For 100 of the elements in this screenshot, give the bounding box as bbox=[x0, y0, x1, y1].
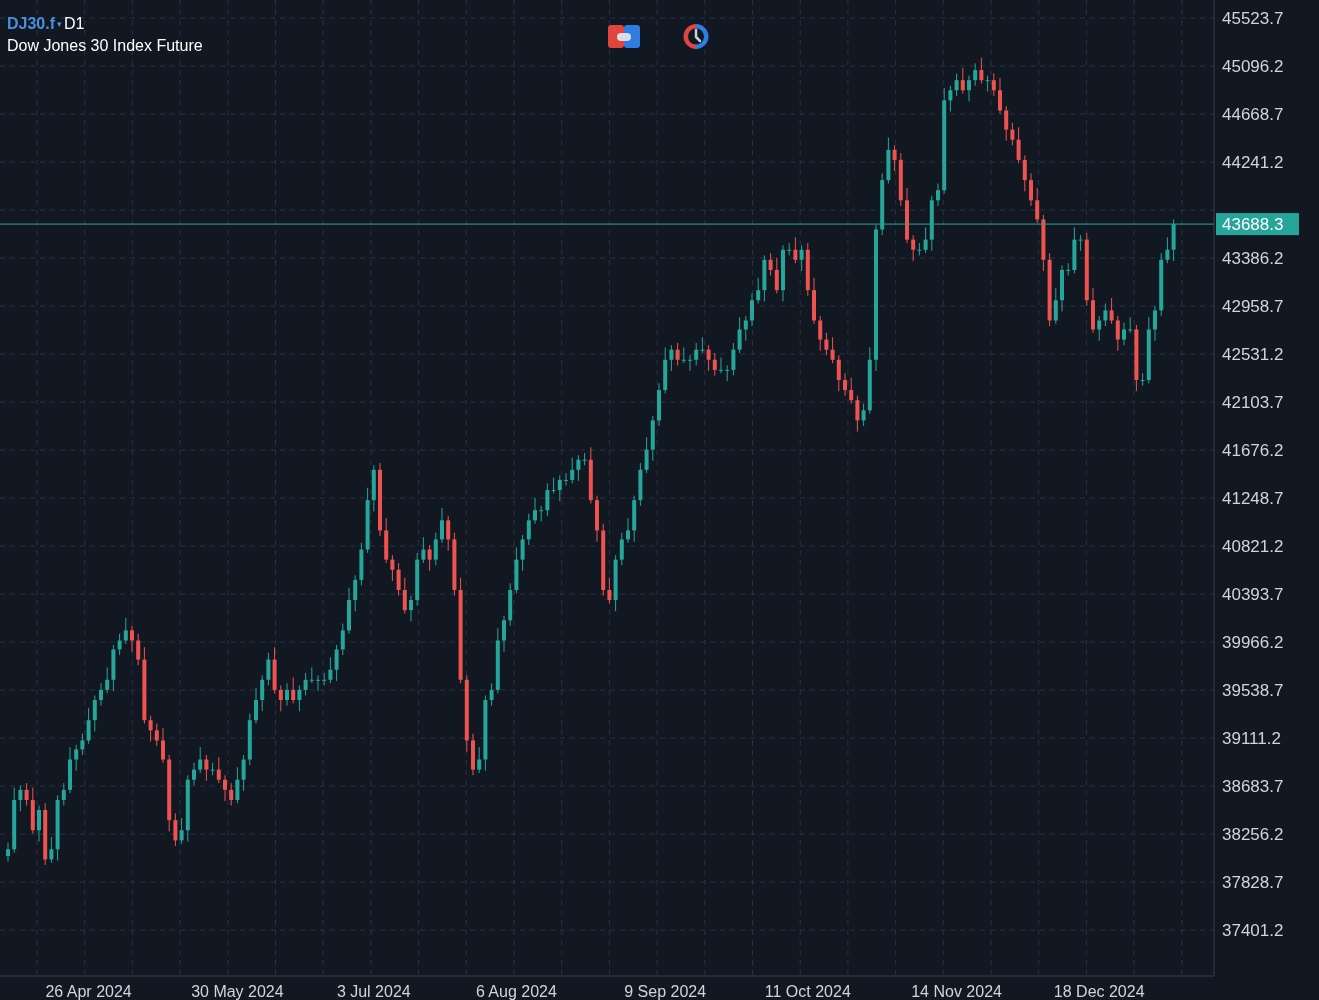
price-axis-label: 39111.2 bbox=[1222, 729, 1281, 749]
candlestick bbox=[136, 633, 141, 666]
candlestick bbox=[1103, 303, 1108, 327]
candlestick bbox=[427, 544, 432, 572]
candlestick bbox=[328, 656, 333, 684]
candlestick bbox=[576, 454, 581, 482]
candlestick bbox=[1165, 236, 1170, 264]
candlestick bbox=[223, 774, 227, 802]
candlestick bbox=[130, 625, 134, 653]
candlestick bbox=[390, 554, 395, 582]
candlestick bbox=[973, 62, 978, 87]
price-axis-label: 42958.7 bbox=[1222, 297, 1284, 316]
price-axis-label: 40393.7 bbox=[1222, 585, 1284, 605]
candlestick bbox=[502, 615, 506, 653]
candlestick bbox=[1078, 234, 1083, 252]
candlestick bbox=[297, 684, 302, 712]
price-axis-label: 44668.7 bbox=[1222, 105, 1284, 124]
candlestick bbox=[520, 534, 525, 572]
candlestick bbox=[1004, 105, 1009, 142]
candlestick bbox=[607, 577, 612, 604]
candlestick bbox=[700, 336, 705, 354]
price-axis-label: 39538.7 bbox=[1222, 681, 1284, 701]
instrument-name: Dow Jones 30 Index Future bbox=[7, 36, 203, 56]
price-axis-label: 42103.7 bbox=[1222, 393, 1284, 412]
price-axis-label: 45096.2 bbox=[1222, 57, 1284, 76]
price-axis-label: 40821.2 bbox=[1222, 537, 1284, 557]
candlestick bbox=[433, 532, 438, 566]
candlestick bbox=[260, 674, 265, 712]
candlestick bbox=[917, 242, 922, 256]
candlestick bbox=[74, 744, 79, 772]
candlestick bbox=[409, 595, 413, 622]
candlestick bbox=[582, 452, 587, 466]
candlestick bbox=[855, 395, 860, 433]
candlestick bbox=[489, 682, 494, 707]
candlestick bbox=[1035, 187, 1040, 224]
candlestick bbox=[179, 817, 184, 845]
candlestick bbox=[291, 677, 296, 704]
candlestick bbox=[105, 666, 110, 694]
price-axis-label: 41676.2 bbox=[1222, 441, 1284, 460]
candlestick bbox=[148, 715, 153, 743]
candlestick bbox=[731, 342, 736, 376]
price-axis-label: 39966.2 bbox=[1222, 633, 1284, 653]
dropdown-caret[interactable]: ▾ bbox=[57, 14, 63, 34]
candlestick bbox=[818, 315, 823, 352]
candlestick bbox=[1010, 122, 1015, 146]
candlestick bbox=[254, 687, 258, 725]
price-axis-label: 38256.2 bbox=[1222, 825, 1284, 845]
candlestick bbox=[793, 236, 798, 264]
candlestick bbox=[967, 75, 971, 103]
price-axis-label: 41248.7 bbox=[1222, 489, 1284, 509]
candlestick bbox=[694, 342, 699, 366]
candlestick bbox=[322, 672, 327, 686]
candlestick bbox=[991, 72, 996, 97]
date-axis-label: 11 Oct 2024 bbox=[764, 983, 851, 1000]
candlestick bbox=[533, 497, 537, 525]
candlestick bbox=[6, 842, 10, 863]
candlestick bbox=[743, 315, 748, 342]
symbol-link[interactable]: DJ30.f bbox=[7, 14, 56, 34]
date-axis-label: 18 Dec 2024 bbox=[1053, 983, 1145, 1000]
date-axis-label: 6 Aug 2024 bbox=[475, 983, 557, 1000]
candlestick bbox=[204, 754, 209, 782]
candlestick bbox=[830, 336, 835, 364]
price-axis-label: 37828.7 bbox=[1222, 873, 1284, 893]
candlestick bbox=[1053, 287, 1058, 325]
candlestick bbox=[911, 234, 916, 262]
price-axis-label: 38683.7 bbox=[1222, 777, 1284, 797]
date-axis-label: 3 Jul 2024 bbox=[336, 983, 411, 1000]
candlestick bbox=[229, 782, 234, 807]
candlestick bbox=[619, 532, 624, 566]
candlestick bbox=[173, 812, 178, 847]
price-axis-label: 44241.2 bbox=[1222, 153, 1284, 172]
candlestick bbox=[936, 182, 940, 207]
candlestick bbox=[719, 357, 723, 374]
candlestick bbox=[80, 733, 85, 756]
candlestick bbox=[706, 344, 711, 372]
candlestick bbox=[768, 252, 773, 277]
current-price-badge: 43688.3 bbox=[1216, 213, 1299, 236]
candlestick bbox=[626, 517, 630, 544]
candlestick bbox=[266, 652, 271, 686]
candlestick bbox=[24, 782, 29, 807]
candlestick bbox=[564, 472, 568, 487]
candlestick bbox=[861, 403, 866, 427]
candlestick bbox=[241, 754, 246, 792]
candlestick bbox=[774, 257, 779, 295]
date-axis-label: 26 Apr 2024 bbox=[45, 983, 132, 1000]
price-axis-label: 37401.2 bbox=[1222, 921, 1284, 941]
candlestick bbox=[557, 474, 562, 502]
candlestick bbox=[340, 623, 345, 656]
candlestick bbox=[1115, 315, 1120, 352]
candlestick bbox=[675, 342, 680, 366]
toggle-icon[interactable] bbox=[608, 25, 640, 48]
candlestick bbox=[309, 666, 314, 684]
date-axis-label: 9 Sep 2024 bbox=[624, 983, 707, 1000]
candlestick bbox=[725, 364, 730, 382]
candlestick bbox=[92, 695, 97, 732]
candlestick bbox=[1109, 297, 1114, 325]
candlestick bbox=[948, 85, 953, 113]
candlestick bbox=[1066, 262, 1071, 277]
candlestick bbox=[1153, 305, 1157, 342]
price-axis-label: 42531.2 bbox=[1222, 345, 1284, 364]
